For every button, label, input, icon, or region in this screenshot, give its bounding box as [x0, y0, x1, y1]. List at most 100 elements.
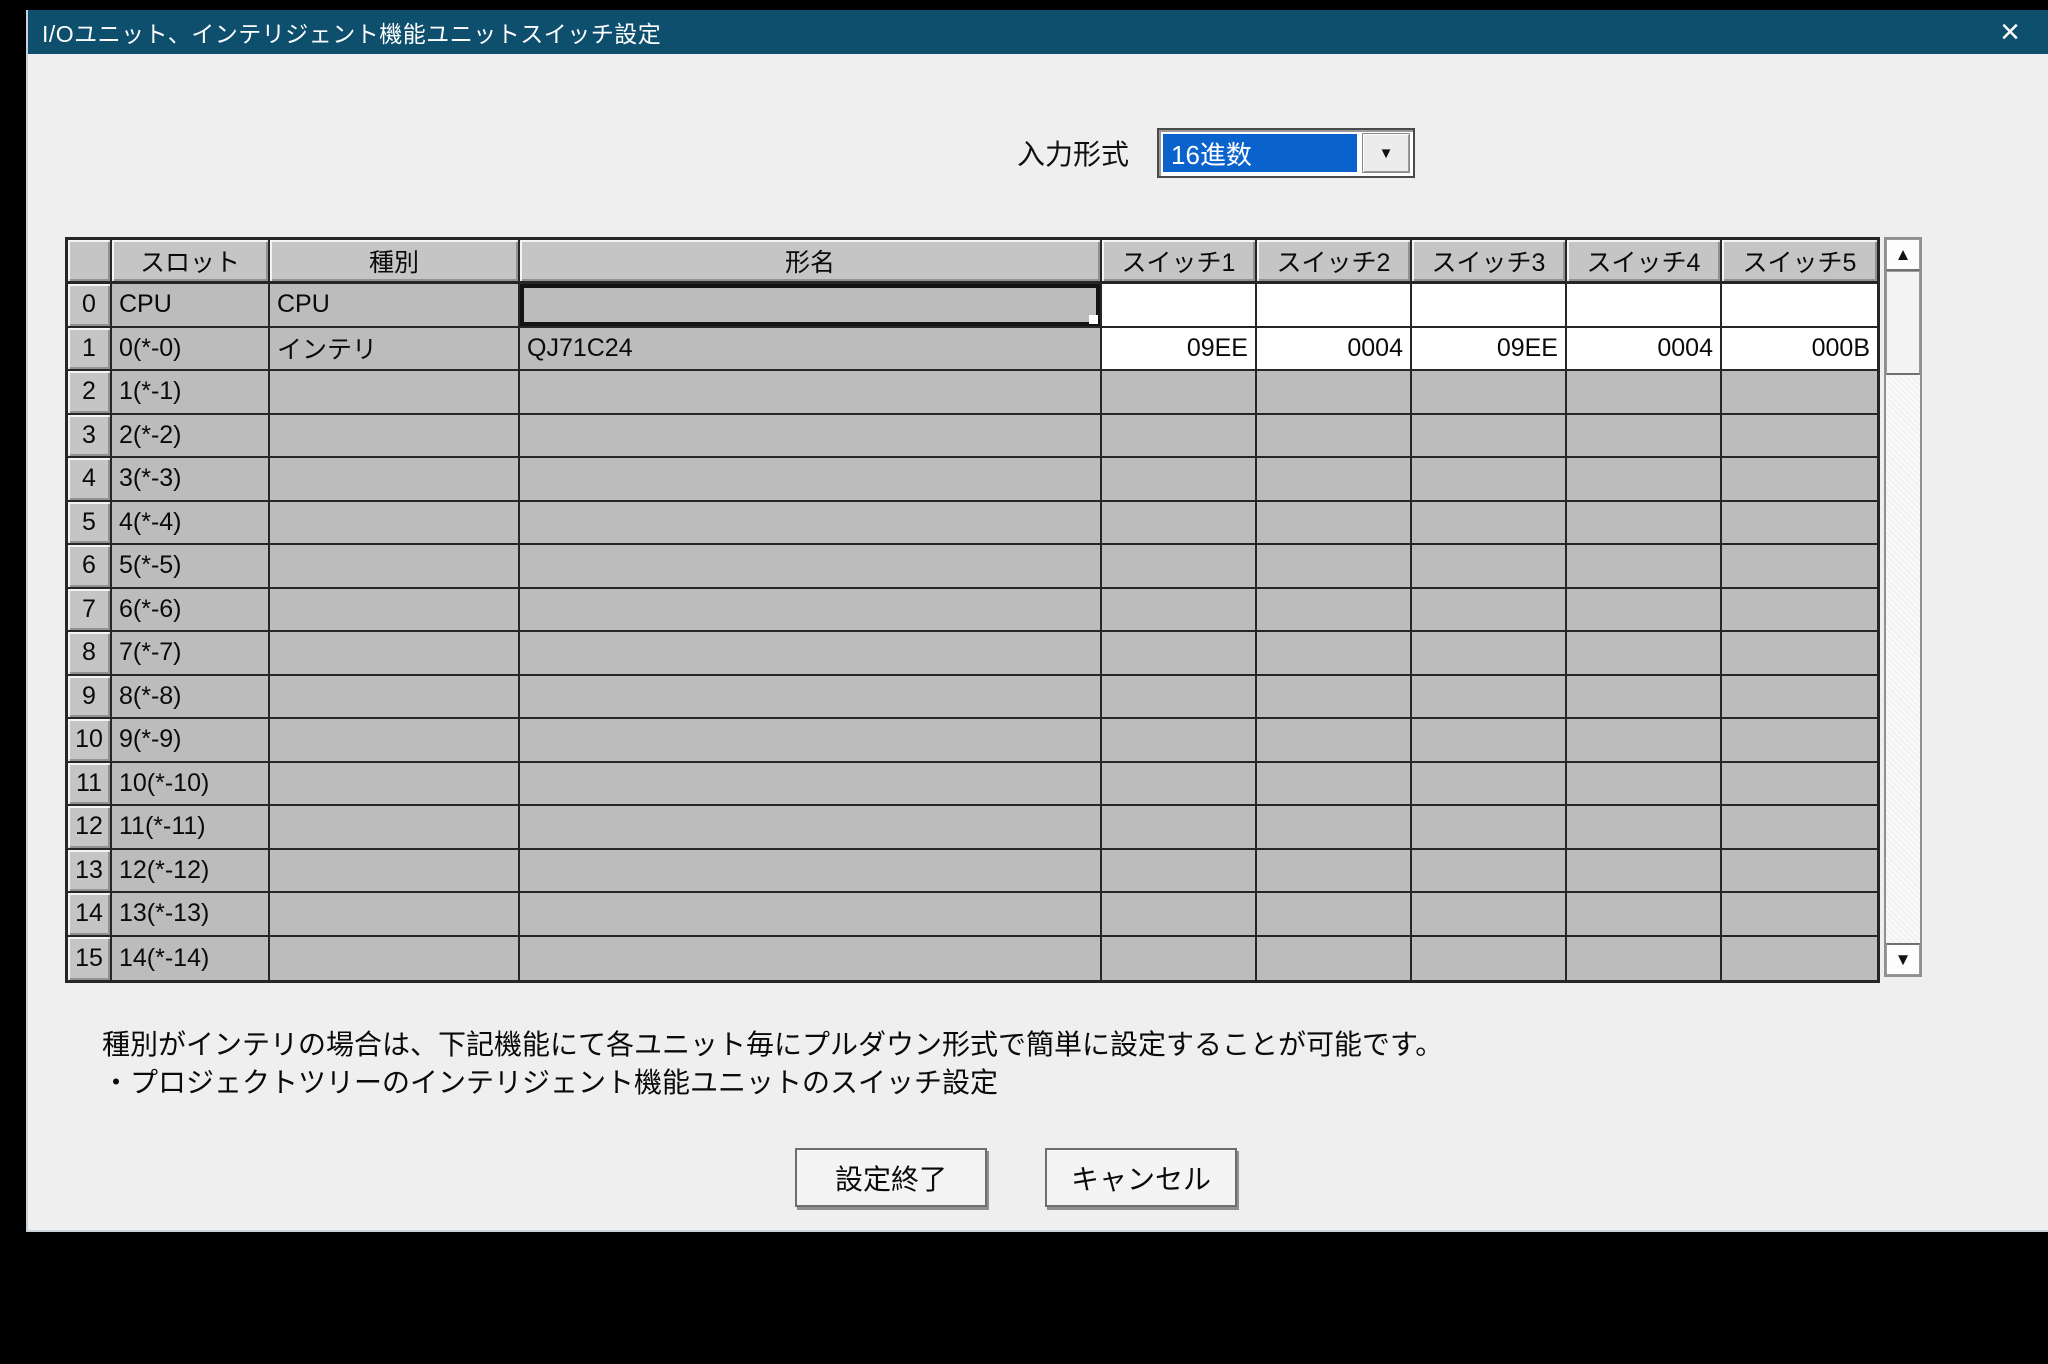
switch-cell-4[interactable]: [1567, 719, 1722, 763]
vertical-scrollbar[interactable]: ▲ ▼: [1884, 237, 1922, 977]
switch-cell-5[interactable]: [1722, 502, 1877, 546]
switch-cell-3[interactable]: [1412, 458, 1567, 502]
switch-cell-3[interactable]: [1412, 545, 1567, 589]
model-cell[interactable]: [520, 284, 1102, 328]
switch-cell-4[interactable]: [1567, 371, 1722, 415]
switch-cell-5[interactable]: [1722, 545, 1877, 589]
scroll-down-icon[interactable]: ▼: [1886, 943, 1920, 975]
switch-cell-1[interactable]: [1102, 502, 1257, 546]
switch-cell-1[interactable]: [1102, 893, 1257, 937]
model-cell[interactable]: [520, 850, 1102, 894]
switch-cell-2[interactable]: [1257, 763, 1412, 807]
switch-cell-3[interactable]: [1412, 371, 1567, 415]
switch-cell-3[interactable]: [1412, 632, 1567, 676]
switch-cell-1[interactable]: [1102, 676, 1257, 720]
type-cell[interactable]: [270, 545, 520, 589]
switch-cell-2[interactable]: [1257, 371, 1412, 415]
slot-cell[interactable]: 6(*-6): [112, 589, 270, 633]
switch-cell-3[interactable]: 09EE: [1412, 328, 1567, 372]
switch-cell-4[interactable]: [1567, 806, 1722, 850]
cancel-button[interactable]: キャンセル: [1045, 1148, 1237, 1207]
type-cell[interactable]: インテリ: [270, 328, 520, 372]
type-cell[interactable]: [270, 632, 520, 676]
switch-cell-5[interactable]: [1722, 284, 1877, 328]
setting-end-button[interactable]: 設定終了: [795, 1148, 987, 1207]
switch-cell-1[interactable]: [1102, 632, 1257, 676]
switch-cell-5[interactable]: [1722, 371, 1877, 415]
switch-cell-1[interactable]: [1102, 458, 1257, 502]
switch-cell-3[interactable]: [1412, 676, 1567, 720]
switch-cell-4[interactable]: [1567, 850, 1722, 894]
switch-cell-2[interactable]: [1257, 806, 1412, 850]
switch-cell-4[interactable]: [1567, 632, 1722, 676]
switch-cell-1[interactable]: [1102, 719, 1257, 763]
slot-cell[interactable]: 14(*-14): [112, 937, 270, 981]
switch-cell-3[interactable]: [1412, 415, 1567, 459]
input-format-select[interactable]: 16進数 ▼: [1157, 128, 1415, 178]
slot-cell[interactable]: 11(*-11): [112, 806, 270, 850]
type-cell[interactable]: [270, 763, 520, 807]
switch-cell-1[interactable]: [1102, 806, 1257, 850]
close-icon[interactable]: ×: [1986, 10, 2034, 54]
combo-dropdown-icon[interactable]: ▼: [1362, 133, 1410, 173]
switch-cell-2[interactable]: [1257, 589, 1412, 633]
switch-cell-4[interactable]: [1567, 458, 1722, 502]
switch-cell-4[interactable]: [1567, 676, 1722, 720]
switch-cell-4[interactable]: [1567, 545, 1722, 589]
switch-cell-4[interactable]: 0004: [1567, 328, 1722, 372]
model-cell[interactable]: QJ71C24: [520, 328, 1102, 372]
switch-cell-4[interactable]: [1567, 763, 1722, 807]
type-cell[interactable]: [270, 415, 520, 459]
slot-cell[interactable]: 9(*-9): [112, 719, 270, 763]
switch-cell-2[interactable]: [1257, 458, 1412, 502]
switch-cell-5[interactable]: [1722, 632, 1877, 676]
slot-cell[interactable]: 8(*-8): [112, 676, 270, 720]
switch-cell-2[interactable]: [1257, 893, 1412, 937]
switch-cell-1[interactable]: [1102, 937, 1257, 981]
switch-cell-1[interactable]: [1102, 284, 1257, 328]
type-cell[interactable]: CPU: [270, 284, 520, 328]
switch-cell-5[interactable]: [1722, 719, 1877, 763]
model-cell[interactable]: [520, 719, 1102, 763]
model-cell[interactable]: [520, 632, 1102, 676]
switch-cell-5[interactable]: 000B: [1722, 328, 1877, 372]
type-cell[interactable]: [270, 937, 520, 981]
switch-cell-4[interactable]: [1567, 284, 1722, 328]
model-cell[interactable]: [520, 893, 1102, 937]
model-cell[interactable]: [520, 545, 1102, 589]
model-cell[interactable]: [520, 458, 1102, 502]
model-cell[interactable]: [520, 806, 1102, 850]
slot-cell[interactable]: 0(*-0): [112, 328, 270, 372]
switch-cell-3[interactable]: [1412, 937, 1567, 981]
switch-cell-4[interactable]: [1567, 589, 1722, 633]
switch-cell-2[interactable]: [1257, 545, 1412, 589]
model-cell[interactable]: [520, 763, 1102, 807]
type-cell[interactable]: [270, 850, 520, 894]
switch-cell-5[interactable]: [1722, 458, 1877, 502]
scrollbar-thumb[interactable]: [1886, 271, 1920, 375]
switch-cell-1[interactable]: [1102, 589, 1257, 633]
switch-cell-2[interactable]: [1257, 850, 1412, 894]
switch-cell-2[interactable]: [1257, 719, 1412, 763]
switch-cell-4[interactable]: [1567, 415, 1722, 459]
switch-cell-3[interactable]: [1412, 893, 1567, 937]
switch-cell-3[interactable]: [1412, 589, 1567, 633]
switch-cell-3[interactable]: [1412, 719, 1567, 763]
switch-cell-5[interactable]: [1722, 415, 1877, 459]
slot-cell[interactable]: 7(*-7): [112, 632, 270, 676]
switch-cell-3[interactable]: [1412, 763, 1567, 807]
model-cell[interactable]: [520, 371, 1102, 415]
switch-cell-5[interactable]: [1722, 806, 1877, 850]
switch-cell-1[interactable]: [1102, 763, 1257, 807]
switch-cell-3[interactable]: [1412, 502, 1567, 546]
slot-cell[interactable]: 12(*-12): [112, 850, 270, 894]
switch-cell-4[interactable]: [1567, 937, 1722, 981]
type-cell[interactable]: [270, 806, 520, 850]
slot-cell[interactable]: 13(*-13): [112, 893, 270, 937]
switch-cell-2[interactable]: 0004: [1257, 328, 1412, 372]
model-cell[interactable]: [520, 415, 1102, 459]
scroll-up-icon[interactable]: ▲: [1886, 239, 1920, 271]
slot-cell[interactable]: 5(*-5): [112, 545, 270, 589]
slot-cell[interactable]: CPU: [112, 284, 270, 328]
type-cell[interactable]: [270, 589, 520, 633]
